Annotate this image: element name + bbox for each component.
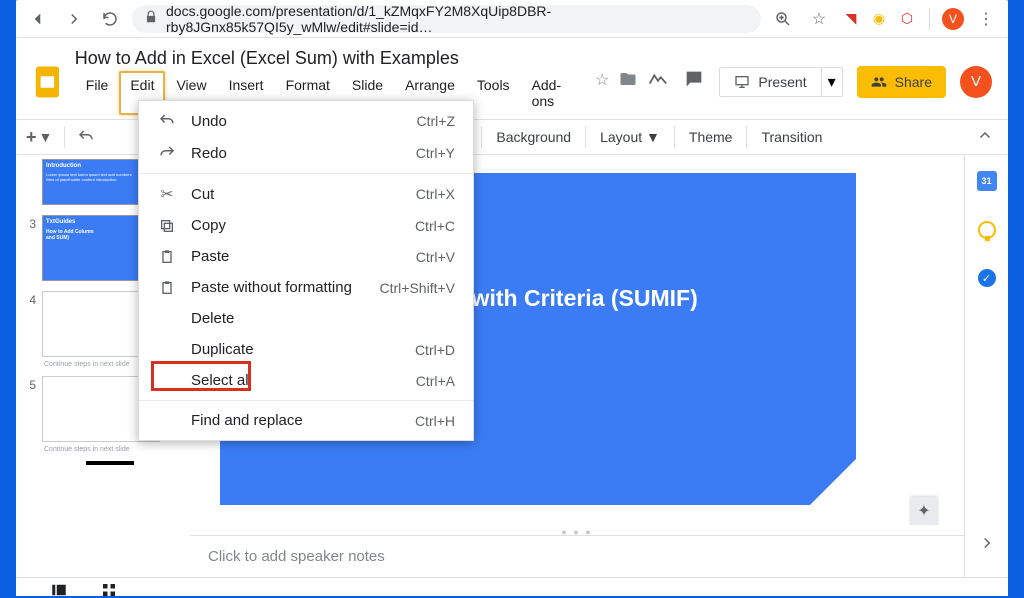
keep-icon[interactable] (978, 221, 996, 239)
menu-item-delete[interactable]: Delete (139, 303, 473, 334)
notes-resize-handle[interactable]: ● ● ● (190, 527, 964, 535)
menu-file[interactable]: File (75, 71, 120, 115)
menu-item-cut[interactable]: ✂ Cut Ctrl+X (139, 178, 473, 210)
menu-item-redo[interactable]: Redo Ctrl+Y (139, 137, 473, 169)
divider (64, 126, 65, 148)
divider (481, 126, 482, 148)
comments-icon[interactable] (683, 68, 705, 95)
present-button-group: Present ▾ (719, 67, 842, 97)
menu-item-copy[interactable]: Copy Ctrl+C (139, 210, 473, 241)
thumb-number: 3 (22, 215, 36, 281)
back-button[interactable] (24, 5, 52, 33)
forward-button[interactable] (60, 5, 88, 33)
menu-item-find-replace[interactable]: Find and replace Ctrl+H (139, 405, 473, 436)
paste-plain-icon (157, 280, 177, 296)
layout-button[interactable]: Layout ▼ (592, 125, 668, 149)
collapse-toolbar-button[interactable] (976, 127, 1004, 148)
transition-button[interactable]: Transition (753, 125, 830, 149)
tasks-icon[interactable]: ✓ (978, 269, 996, 287)
reload-button[interactable] (96, 5, 124, 33)
menu-item-paste-no-format[interactable]: Paste without formatting Ctrl+Shift+V (139, 272, 473, 303)
move-folder-icon[interactable] (619, 70, 637, 93)
menu-divider (139, 173, 473, 174)
bookmark-star-icon[interactable]: ☆ (805, 5, 833, 33)
speaker-notes[interactable]: Click to add speaker notes (190, 535, 964, 577)
browser-menu-button[interactable]: ⋮ (972, 5, 1000, 33)
divider (746, 126, 747, 148)
side-panel: 31 ✓ (964, 155, 1008, 577)
present-label: Present (758, 74, 806, 90)
extension-icon-2[interactable]: ◉ (869, 9, 889, 29)
grid-view-icon[interactable] (100, 581, 118, 596)
new-slide-button[interactable]: + ▼ (20, 123, 58, 152)
present-dropdown-button[interactable]: ▾ (821, 68, 842, 96)
url-text: docs.google.com/presentation/d/1_kZMqxFY… (166, 3, 749, 35)
thumb-number: 5 (22, 376, 36, 442)
star-icon[interactable]: ☆ (595, 70, 609, 93)
menu-item-select-all[interactable]: Select all Ctrl+A (139, 365, 473, 396)
slides-logo-icon[interactable] (30, 64, 65, 100)
menu-item-undo[interactable]: Undo Ctrl+Z (139, 105, 473, 137)
divider (674, 126, 675, 148)
share-button[interactable]: Share (857, 66, 946, 98)
lock-icon (144, 10, 158, 27)
theme-button[interactable]: Theme (681, 125, 741, 149)
thumb-number: 4 (22, 291, 36, 357)
extension-icon-1[interactable]: ◥ (841, 9, 861, 29)
menu-item-duplicate[interactable]: Duplicate Ctrl+D (139, 334, 473, 365)
explore-button[interactable]: ✦ (910, 497, 938, 525)
thumbnail-scrubber (86, 461, 134, 465)
show-sidepanel-button[interactable] (978, 534, 996, 557)
activity-icon[interactable] (647, 68, 669, 95)
redo-icon (157, 144, 177, 162)
menu-tools[interactable]: Tools (466, 71, 521, 115)
menu-addons[interactable]: Add-ons (521, 71, 577, 115)
account-avatar[interactable]: V (960, 66, 992, 98)
present-button[interactable]: Present (720, 68, 820, 96)
zoom-icon[interactable] (769, 5, 797, 33)
paste-icon (157, 249, 177, 265)
extension-icon-3[interactable]: ⬡ (897, 9, 917, 29)
address-bar[interactable]: docs.google.com/presentation/d/1_kZMqxFY… (132, 5, 761, 33)
browser-profile-avatar[interactable]: V (942, 8, 964, 30)
undo-button[interactable] (71, 124, 101, 150)
page-fold-decoration (810, 459, 856, 505)
thumb-number (22, 159, 36, 205)
continue-annotation: Continue steps in next slide (44, 446, 189, 453)
menu-item-paste[interactable]: Paste Ctrl+V (139, 241, 473, 272)
cut-icon: ✂ (157, 185, 177, 203)
divider (585, 126, 586, 148)
copy-icon (157, 218, 177, 234)
background-button[interactable]: Background (488, 125, 579, 149)
calendar-icon[interactable]: 31 (977, 171, 997, 191)
divider (929, 8, 930, 30)
edit-menu-dropdown: Undo Ctrl+Z Redo Ctrl+Y ✂ Cut Ctrl+X Cop… (138, 100, 474, 441)
browser-toolbar: docs.google.com/presentation/d/1_kZMqxFY… (16, 0, 1008, 38)
menu-divider (139, 400, 473, 401)
filmstrip-view-icon[interactable] (50, 581, 68, 596)
share-label: Share (895, 74, 932, 90)
view-mode-bar (16, 577, 1008, 596)
document-title[interactable]: How to Add in Excel (Excel Sum) with Exa… (75, 48, 577, 69)
undo-icon (157, 112, 177, 130)
